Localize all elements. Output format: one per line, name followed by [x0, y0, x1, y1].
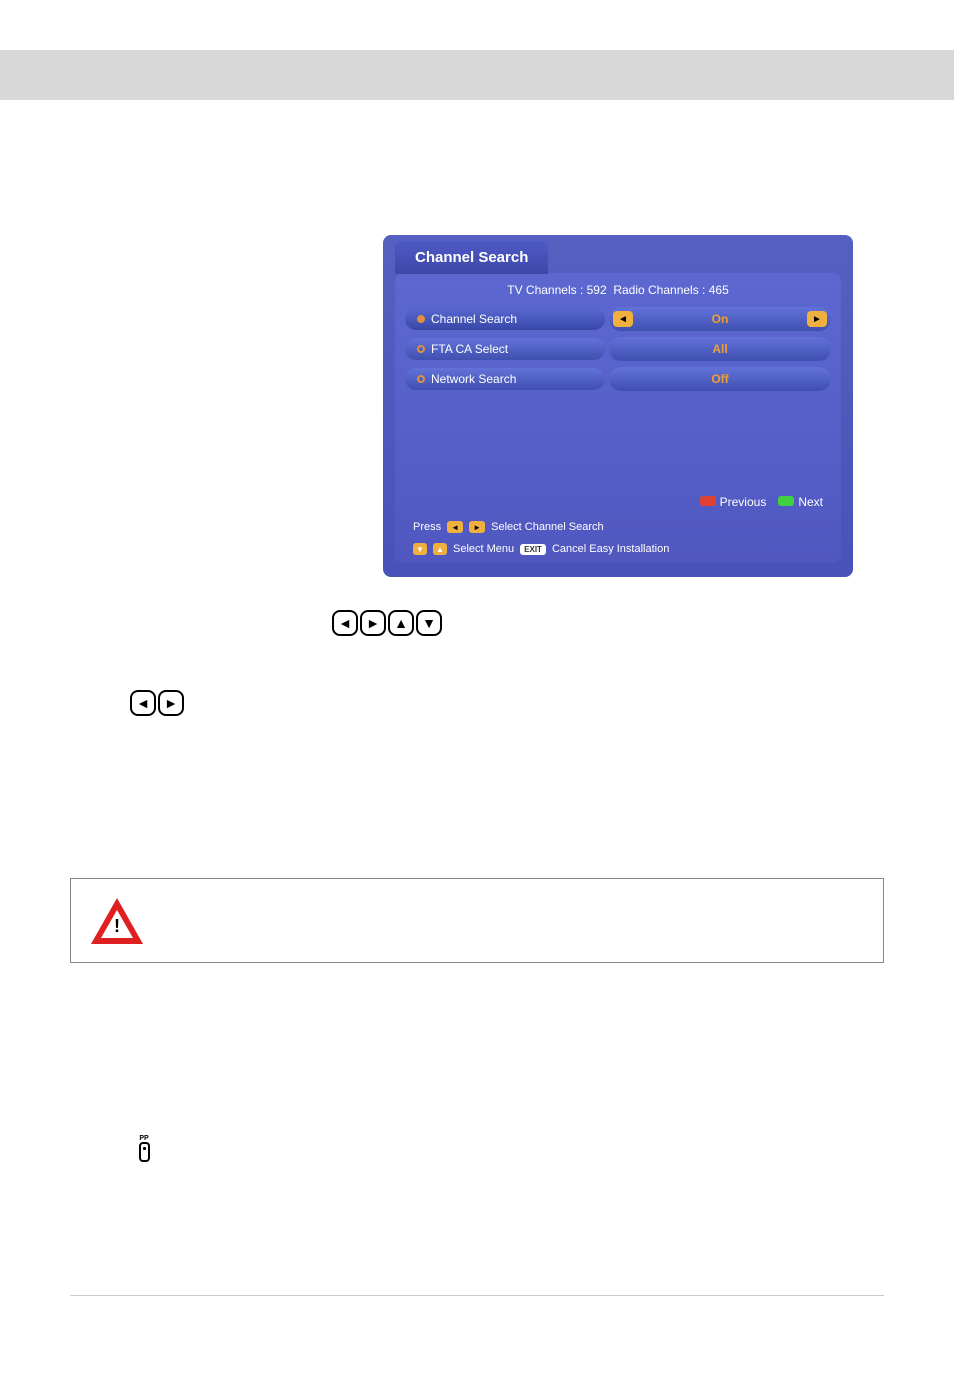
value-text: On [637, 312, 803, 326]
tv-count: TV Channels : 592 [507, 283, 606, 297]
radio-count: Radio Channels : 465 [613, 283, 728, 297]
down-button-icon: ▼ [416, 610, 442, 636]
pp-remote-icon: PP [135, 1135, 153, 1163]
up-button-icon: ▲ [388, 610, 414, 636]
previous-hint: Previous [700, 495, 767, 509]
left-arrow-icon: ◄ [447, 521, 463, 533]
label-channel-search: Channel Search [405, 308, 605, 330]
channel-counts: TV Channels : 592 Radio Channels : 465 [405, 283, 831, 297]
select-menu-hint: ▼ ▲ Select Menu EXIT Cancel Easy Install… [413, 543, 669, 555]
value-text: Off [609, 372, 831, 386]
green-button-icon [778, 496, 794, 506]
nav-buttons-row-2: ◄ ► [130, 690, 184, 716]
top-grey-bar [0, 50, 954, 100]
panel-body: TV Channels : 592 Radio Channels : 465 C… [395, 273, 841, 563]
row-network-search[interactable]: Network Search Off [405, 367, 831, 391]
label-text: Network Search [431, 372, 516, 386]
press-hint: Press ◄ ► Select Channel Search [413, 521, 604, 533]
footer-separator [70, 1295, 884, 1296]
right-button-icon: ► [360, 610, 386, 636]
exit-icon: EXIT [520, 544, 546, 555]
warning-box: ! [70, 878, 884, 963]
warning-triangle-icon: ! [91, 898, 143, 944]
row-channel-search[interactable]: Channel Search ◄ On ► [405, 307, 831, 331]
right-arrow-icon[interactable]: ► [807, 311, 827, 327]
label-fta-ca: FTA CA Select [405, 338, 605, 360]
left-button-icon: ◄ [130, 690, 156, 716]
label-text: Channel Search [431, 312, 517, 326]
value-fta-ca[interactable]: All [609, 337, 831, 361]
tab-header: Channel Search [383, 235, 853, 273]
bullet-icon [417, 345, 425, 353]
right-button-icon: ► [158, 690, 184, 716]
down-arrow-icon: ▼ [413, 543, 427, 555]
value-network-search[interactable]: Off [609, 367, 831, 391]
left-arrow-icon[interactable]: ◄ [613, 311, 633, 327]
hint-text: Select Channel Search [491, 521, 604, 533]
pp-label: PP [139, 1135, 148, 1142]
red-button-icon [700, 496, 716, 506]
hint-text-1: Select Menu [453, 543, 514, 555]
hint-text-2: Cancel Easy Installation [552, 543, 669, 555]
label-network-search: Network Search [405, 368, 605, 390]
tab-channel-search[interactable]: Channel Search [395, 241, 548, 274]
bullet-icon [417, 375, 425, 383]
nav-hints: Previous Next [700, 495, 823, 509]
left-button-icon: ◄ [332, 610, 358, 636]
bullet-icon [417, 315, 425, 323]
value-text: All [609, 342, 831, 356]
up-arrow-icon: ▲ [433, 543, 447, 555]
remote-icon [139, 1142, 150, 1162]
hint-prefix: Press [413, 521, 441, 533]
channel-search-panel: Channel Search TV Channels : 592 Radio C… [383, 235, 853, 577]
next-hint: Next [778, 495, 823, 509]
right-arrow-icon: ► [469, 521, 485, 533]
nav-buttons-row-1: ◄ ► ▲ ▼ [332, 610, 442, 636]
label-text: FTA CA Select [431, 342, 508, 356]
value-channel-search[interactable]: ◄ On ► [609, 307, 831, 331]
row-fta-ca-select[interactable]: FTA CA Select All [405, 337, 831, 361]
